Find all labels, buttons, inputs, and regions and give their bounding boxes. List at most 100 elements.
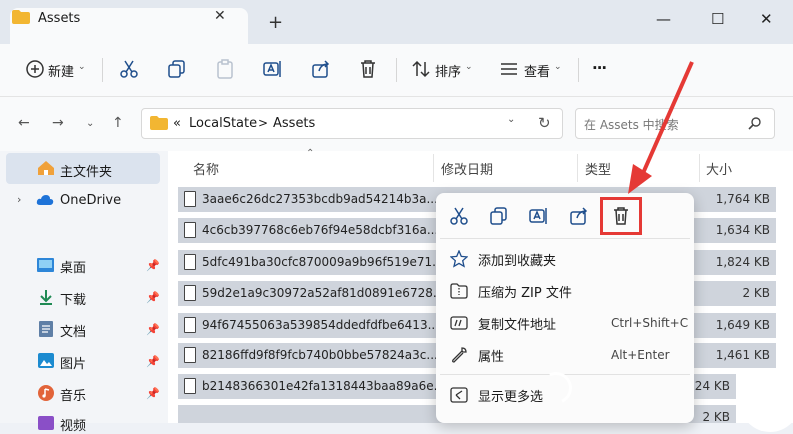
pin-icon: 📌 <box>146 259 160 272</box>
file-name: 4c6cb397768c6eb76f94e58dcbf316a... <box>202 223 439 237</box>
file-name: 94f67455063a539854ddedfdfbe6413... <box>202 318 440 332</box>
breadcrumb-overflow[interactable]: « <box>173 116 181 131</box>
search-icon[interactable] <box>748 116 762 130</box>
file-size: 1,461 KB <box>715 348 770 362</box>
sidebar-item-videos[interactable]: 视频 <box>60 415 86 434</box>
sidebar-item-downloads[interactable]: 下载 <box>60 289 86 308</box>
cut-icon[interactable] <box>448 205 470 227</box>
copy-icon[interactable] <box>488 205 510 227</box>
video-icon <box>38 416 54 430</box>
rename-icon[interactable] <box>528 205 550 227</box>
sidebar-item-label: 主文件夹 <box>60 165 113 180</box>
back-arrow-icon[interactable]: ← <box>18 115 30 131</box>
file-name: 59d2e1a9c30972a52af81d0891e6728... <box>202 286 445 300</box>
chevron-down-icon: ⌄ <box>554 62 562 72</box>
star-icon <box>450 250 468 268</box>
forward-arrow-icon[interactable]: → <box>52 115 64 131</box>
more-options-icon <box>450 387 468 403</box>
new-button[interactable]: 新建 <box>48 61 74 80</box>
maximize-button[interactable]: ☐ <box>711 10 724 28</box>
file-name: 3aae6c26dc27353bcdb9ad54214b3a... <box>202 192 438 206</box>
close-tab-icon[interactable]: ✕ <box>214 8 226 24</box>
delete-highlight-box <box>600 197 642 235</box>
file-icon <box>184 285 196 301</box>
breadcrumb-localstate[interactable]: LocalState <box>189 116 257 131</box>
pin-icon: 📌 <box>146 387 160 400</box>
file-name: b2148366301e42fa1318443baa89a6e... <box>202 379 446 393</box>
copy-icon[interactable] <box>166 58 188 80</box>
file-icon <box>184 222 196 238</box>
menu-item-compress-zip[interactable]: 压缩为 ZIP 文件 <box>478 282 572 301</box>
divider <box>102 58 103 82</box>
file-size: 2 KB <box>742 286 770 300</box>
navigation-pane <box>0 151 168 423</box>
file-icon <box>184 191 196 207</box>
file-size: 1,824 KB <box>715 255 770 269</box>
column-header-name[interactable]: 名称 <box>193 159 219 178</box>
recent-chevron-icon[interactable]: ⌄ <box>86 118 94 129</box>
divider <box>396 58 397 82</box>
desktop-icon <box>37 258 54 272</box>
path-icon <box>450 316 468 330</box>
file-name: 82186ffd9f8f9fcb740b0bbe57824a3c... <box>202 348 438 362</box>
breadcrumb-assets[interactable]: Assets <box>273 116 315 131</box>
download-icon <box>40 290 52 305</box>
file-icon <box>184 254 196 270</box>
cloud-icon <box>36 195 54 205</box>
pin-icon: 📌 <box>146 291 160 304</box>
document-icon <box>39 321 53 337</box>
pin-icon: 📌 <box>146 355 160 368</box>
sidebar-item-pictures[interactable]: 图片 <box>60 353 86 372</box>
expand-chevron-icon[interactable]: › <box>17 193 21 206</box>
chevron-down-icon: ⌄ <box>465 62 473 72</box>
chevron-down-icon: ⌄ <box>78 62 86 72</box>
close-window-button[interactable]: ✕ <box>760 10 773 28</box>
sort-button[interactable]: 排序 <box>435 61 461 80</box>
column-header-date[interactable]: 修改日期 <box>441 159 493 178</box>
music-icon <box>38 385 54 401</box>
address-dropdown-icon[interactable]: ⌄ <box>507 114 515 125</box>
paste-icon[interactable] <box>214 58 236 80</box>
delete-icon[interactable] <box>357 58 379 80</box>
view-button[interactable]: 查看 <box>524 61 550 80</box>
file-size: 1,649 KB <box>715 318 770 332</box>
menu-item-add-favorites[interactable]: 添加到收藏夹 <box>478 250 556 269</box>
sidebar-item-onedrive[interactable]: OneDrive <box>60 193 121 208</box>
up-arrow-icon[interactable]: ↑ <box>112 115 124 131</box>
column-divider <box>577 154 578 182</box>
overlay-circle <box>740 372 793 432</box>
refresh-icon[interactable]: ↻ <box>538 114 551 132</box>
pictures-icon <box>38 353 54 368</box>
new-icon <box>26 60 44 78</box>
home-icon <box>38 161 54 175</box>
divider <box>578 58 579 82</box>
sidebar-item-desktop[interactable]: 桌面 <box>60 257 86 276</box>
minimize-button[interactable]: — <box>656 10 671 28</box>
annotation-arrow <box>628 61 694 194</box>
shortcut-text: Ctrl+Shift+C <box>611 316 689 330</box>
file-size: 1,634 KB <box>715 223 770 237</box>
file-icon <box>184 317 196 333</box>
file-icon <box>184 347 196 363</box>
sidebar-item-documents[interactable]: 文档 <box>60 321 86 340</box>
sidebar-item-music[interactable]: 音乐 <box>60 385 86 404</box>
menu-item-properties[interactable]: 属性 <box>478 346 504 365</box>
tab-title: Assets <box>38 11 81 26</box>
column-divider <box>433 154 434 182</box>
share-icon[interactable] <box>568 205 590 227</box>
file-name: 5dfc491ba30cfc870009a9b96f519e71... <box>202 255 444 269</box>
new-tab-button[interactable]: + <box>268 14 283 32</box>
file-icon <box>184 378 196 394</box>
shortcut-text: Alt+Enter <box>611 348 670 362</box>
breadcrumb-separator: > <box>258 116 269 130</box>
menu-item-copy-path[interactable]: 复制文件地址 <box>478 314 556 333</box>
menu-item-show-more[interactable]: 显示更多选 <box>478 386 543 405</box>
view-icon <box>501 63 517 75</box>
pin-icon: 📌 <box>146 323 160 336</box>
sort-icon <box>412 60 430 78</box>
file-size: 2 KB <box>702 410 730 424</box>
wrench-icon <box>452 347 467 363</box>
share-icon[interactable] <box>310 58 332 80</box>
rename-icon[interactable] <box>262 58 284 80</box>
cut-icon[interactable] <box>118 58 140 80</box>
